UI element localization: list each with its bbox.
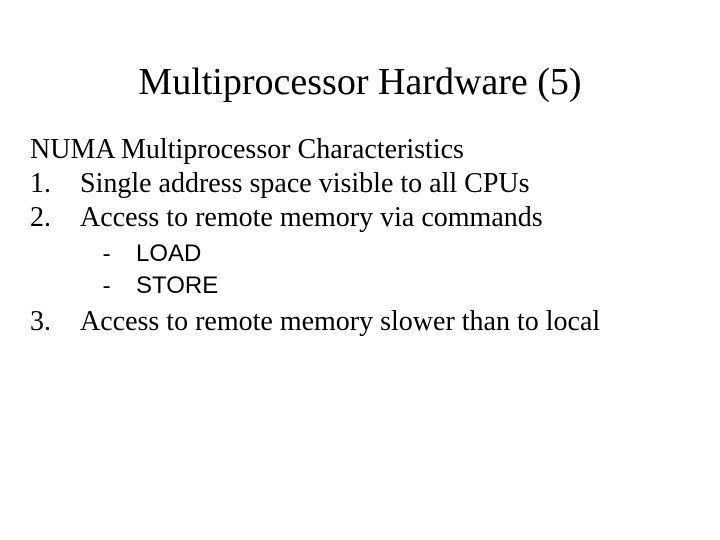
- subitem-text: STORE: [136, 272, 690, 300]
- list-item: - LOAD: [100, 240, 690, 268]
- item-text: Single address space visible to all CPUs: [80, 168, 690, 200]
- characteristics-list-continued: 3. Access to remote memory slower than t…: [30, 306, 690, 338]
- commands-sublist: - LOAD - STORE: [100, 240, 690, 300]
- list-item: 2. Access to remote memory via commands: [30, 202, 690, 234]
- dash-bullet: -: [100, 275, 136, 300]
- slide-title: Multiprocessor Hardware (5): [30, 60, 690, 104]
- list-item: 3. Access to remote memory slower than t…: [30, 306, 690, 338]
- dash-bullet: -: [100, 243, 136, 268]
- item-number: 1.: [30, 168, 80, 200]
- characteristics-list: 1. Single address space visible to all C…: [30, 168, 690, 234]
- item-text: Access to remote memory via commands: [80, 202, 690, 234]
- list-item: - STORE: [100, 272, 690, 300]
- list-item: 1. Single address space visible to all C…: [30, 168, 690, 200]
- item-number: 2.: [30, 202, 80, 234]
- slide-subtitle: NUMA Multiprocessor Characteristics: [30, 134, 690, 166]
- item-text: Access to remote memory slower than to l…: [80, 306, 690, 338]
- subitem-text: LOAD: [136, 240, 690, 268]
- item-number: 3.: [30, 306, 80, 338]
